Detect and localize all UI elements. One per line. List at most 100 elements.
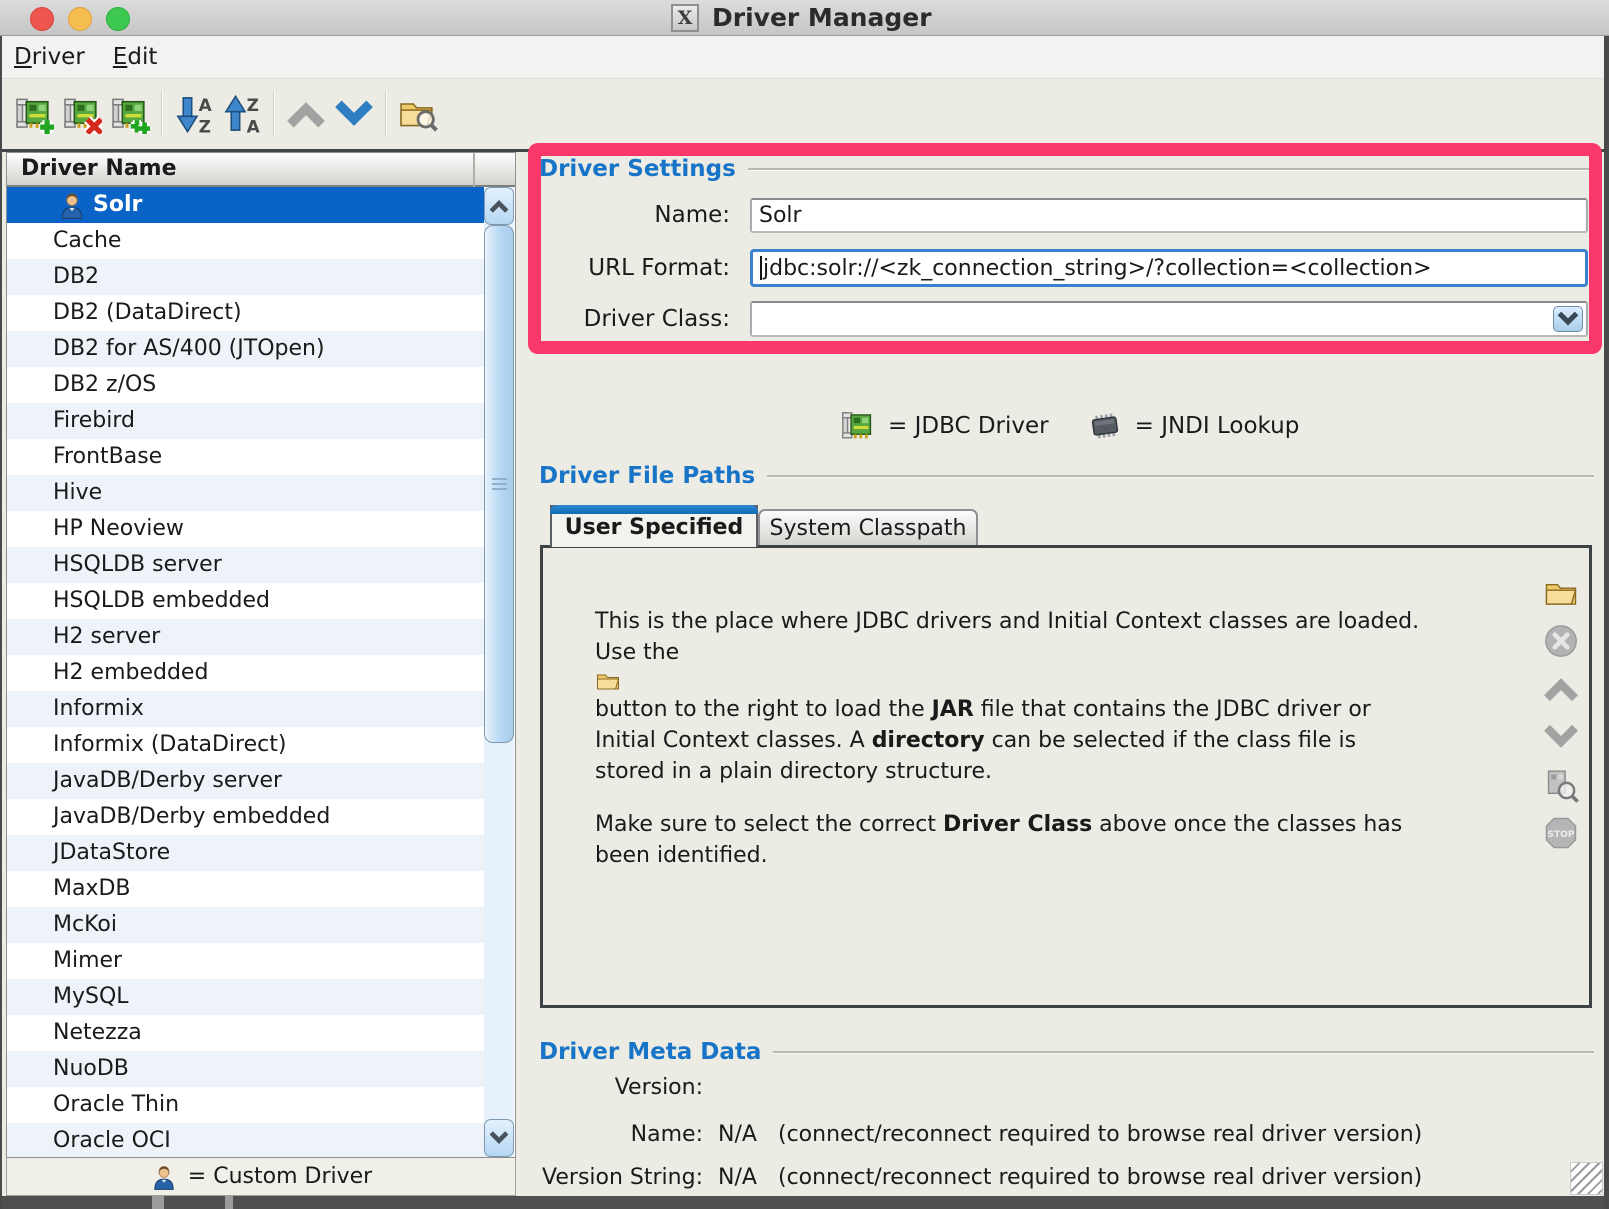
- find-driver-button[interactable]: [395, 86, 441, 142]
- driver-name-label: JDataStore: [53, 840, 170, 865]
- error-status-icon: [15, 766, 45, 796]
- driver-list-header: Driver Name: [7, 153, 515, 187]
- file-path-actions: [1541, 574, 1581, 852]
- driver-name-label: NuoDB: [53, 1056, 129, 1081]
- driver-list-row[interactable]: DB2: [7, 259, 484, 295]
- driver-list-row[interactable]: HSQLDB embedded: [7, 583, 484, 619]
- window-left-edge: [0, 36, 2, 1209]
- driver-list-row[interactable]: JavaDB/Derby embedded: [7, 799, 484, 835]
- driver-list-row[interactable]: Oracle Thin: [7, 1087, 484, 1123]
- resize-grip[interactable]: [1570, 1162, 1603, 1195]
- create-driver-button[interactable]: [11, 86, 57, 142]
- section-rule: [748, 168, 1594, 170]
- stop-icon: [1543, 815, 1579, 851]
- window-title: Driver Manager: [712, 0, 932, 36]
- find-driver-class-button: [1541, 766, 1581, 804]
- sort-ascending-button[interactable]: [171, 86, 217, 142]
- url-format-value: jdbc:solr://<zk_connection_string>/?coll…: [763, 256, 1432, 281]
- driver-list-row[interactable]: MaxDB: [7, 871, 484, 907]
- custom-driver-legend: = Custom Driver: [6, 1158, 516, 1196]
- file-paths-panel: This is the place where JDBC drivers and…: [540, 545, 1592, 1008]
- driver-list-row[interactable]: NuoDB: [7, 1051, 484, 1087]
- sort-desc-icon: [222, 94, 262, 134]
- move-up-button[interactable]: [283, 86, 329, 142]
- jdbc-legend-label: = JDBC Driver: [888, 413, 1049, 439]
- name-row: Name:: [536, 197, 730, 233]
- scrollbar-thumb[interactable]: [484, 225, 514, 743]
- driver-list-row[interactable]: Firebird: [7, 403, 484, 439]
- driver-list-row[interactable]: Hive: [7, 475, 484, 511]
- driver-list-row[interactable]: MySQL: [7, 979, 484, 1015]
- version-string-label: Version String:: [540, 1165, 703, 1190]
- find-class-icon: [1543, 767, 1579, 803]
- error-status-icon: [15, 622, 45, 652]
- copy-driver-button[interactable]: [107, 86, 153, 142]
- driver-list-row[interactable]: H2 embedded: [7, 655, 484, 691]
- chevron-up-icon: [1543, 671, 1579, 707]
- url-format-input[interactable]: jdbc:solr://<zk_connection_string>/?coll…: [750, 249, 1588, 287]
- error-status-icon: [15, 1126, 45, 1156]
- chevron-down-icon: [489, 1128, 509, 1148]
- remove-driver-button[interactable]: [59, 86, 105, 142]
- edge-notch: [152, 1196, 164, 1209]
- driver-list-row[interactable]: HP Neoview: [7, 511, 484, 547]
- driver-list-row[interactable]: HSQLDB server: [7, 547, 484, 583]
- driver-list-row[interactable]: JavaDB/Derby server: [7, 763, 484, 799]
- driver-list-row[interactable]: DB2 for AS/400 (JTOpen): [7, 331, 484, 367]
- meta-name-label: Name:: [540, 1122, 703, 1147]
- driver-list-row[interactable]: FrontBase: [7, 439, 484, 475]
- move-path-up-button: [1541, 670, 1581, 708]
- open-file-button[interactable]: [1541, 574, 1581, 612]
- custom-driver-person-icon: [150, 1163, 178, 1191]
- move-down-button[interactable]: [331, 86, 377, 142]
- driver-name-label: Netezza: [53, 1020, 142, 1045]
- error-status-icon: [15, 946, 45, 976]
- driver-list-row[interactable]: Solr: [7, 187, 484, 223]
- driver-list-row[interactable]: Netezza: [7, 1015, 484, 1051]
- open-folder-icon: [595, 668, 621, 694]
- driver-list-rows: SolrCacheDB2DB2 (DataDirect)DB2 for AS/4…: [7, 187, 484, 1157]
- minimize-button[interactable]: [68, 7, 92, 31]
- meta-name-value: N/A: [718, 1122, 768, 1147]
- remove-path-button: [1541, 622, 1581, 660]
- driver-list-scrollbar[interactable]: [484, 187, 514, 1157]
- driver-list-row[interactable]: JDataStore: [7, 835, 484, 871]
- driver-list-row[interactable]: Oracle OCI: [7, 1123, 484, 1157]
- driver-list-row[interactable]: Cache: [7, 223, 484, 259]
- error-status-icon: [15, 982, 45, 1012]
- driver-list-row[interactable]: McKoi: [7, 907, 484, 943]
- menu-edit[interactable]: Edit: [113, 44, 158, 70]
- toolbar: [0, 79, 1609, 149]
- tab-system-classpath[interactable]: System Classpath: [758, 509, 978, 547]
- tab-user-specified[interactable]: User Specified: [550, 505, 758, 547]
- sort-asc-icon: [174, 94, 214, 134]
- driver-list-row[interactable]: DB2 z/OS: [7, 367, 484, 403]
- driver-manager-window: X Driver Manager DriverEdit Driver Name …: [0, 0, 1609, 1209]
- close-button[interactable]: [30, 7, 54, 31]
- driver-list-row[interactable]: DB2 (DataDirect): [7, 295, 484, 331]
- driver-class-dropdown-button[interactable]: [1553, 306, 1583, 332]
- driver-list-row[interactable]: Informix (DataDirect): [7, 727, 484, 763]
- sort-descending-button[interactable]: [219, 86, 265, 142]
- create-driver-icon: [14, 94, 54, 134]
- jndi-chip-icon: [1087, 408, 1123, 444]
- driver-name-label: Mimer: [53, 948, 122, 973]
- driver-name-input[interactable]: Solr: [750, 198, 1588, 233]
- menu-driver[interactable]: Driver: [14, 44, 85, 70]
- find-driver-icon: [398, 94, 438, 134]
- section-rule: [767, 475, 1594, 477]
- chevron-down-icon: [1543, 719, 1579, 755]
- meta-name-row: Name: N/A (connect/reconnect required to…: [540, 1119, 1422, 1149]
- scroll-down-button[interactable]: [484, 1119, 514, 1157]
- driver-list-row[interactable]: Informix: [7, 691, 484, 727]
- zoom-button[interactable]: [106, 7, 130, 31]
- open-folder-icon: [1543, 575, 1579, 611]
- tab-label: User Specified: [565, 515, 743, 540]
- driver-list-row[interactable]: Mimer: [7, 943, 484, 979]
- driver-class-combobox[interactable]: [750, 301, 1588, 337]
- scroll-up-button[interactable]: [484, 187, 514, 225]
- driver-name-label: Informix (DataDirect): [53, 732, 286, 757]
- driver-name-label: H2 embedded: [53, 660, 208, 685]
- driver-name-label: McKoi: [53, 912, 117, 937]
- driver-list-row[interactable]: H2 server: [7, 619, 484, 655]
